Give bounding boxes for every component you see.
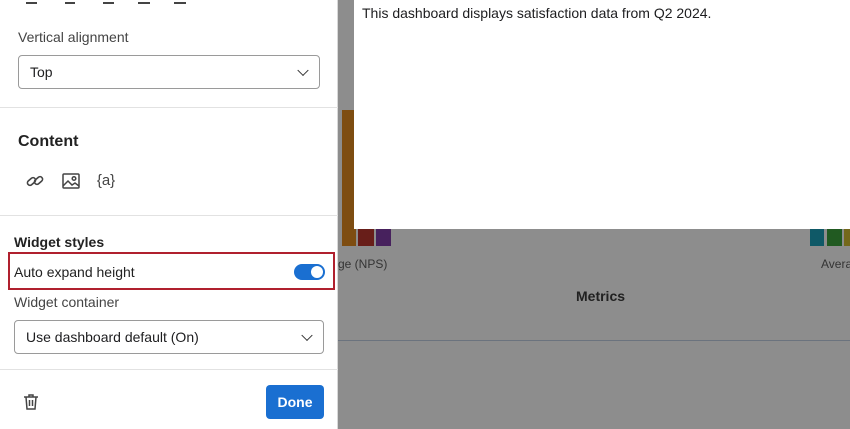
section-divider <box>0 369 338 370</box>
vertical-alignment-label: Vertical alignment <box>18 29 129 45</box>
chevron-down-icon <box>297 64 309 77</box>
widget-container-label: Widget container <box>14 294 120 310</box>
widget-text-content: This dashboard displays satisfaction dat… <box>362 5 712 21</box>
align-right-icon[interactable] <box>98 0 114 6</box>
widget-edit-panel: Vertical alignment Top Content {a} Widge… <box>0 0 338 429</box>
auto-expand-label: Auto expand height <box>14 264 135 280</box>
link-icon[interactable] <box>23 169 47 193</box>
numbered-list-icon[interactable] <box>170 0 186 6</box>
widget-styles-title: Widget styles <box>14 234 105 250</box>
align-left-icon[interactable] <box>26 0 42 6</box>
vertical-alignment-value: Top <box>30 64 53 80</box>
toggle-knob <box>311 266 323 278</box>
content-section-title: Content <box>18 133 79 150</box>
image-icon[interactable] <box>59 169 83 193</box>
align-center-icon[interactable] <box>62 0 78 6</box>
text-widget-preview: This dashboard displays satisfaction dat… <box>354 0 850 229</box>
bulleted-list-icon[interactable] <box>134 0 150 6</box>
piped-text-icon[interactable]: {a} <box>94 168 118 192</box>
done-button[interactable]: Done <box>266 385 324 419</box>
trash-icon[interactable] <box>19 390 43 414</box>
section-divider <box>0 107 338 108</box>
chevron-down-icon <box>301 329 313 342</box>
auto-expand-toggle[interactable] <box>294 264 325 280</box>
widget-container-select[interactable]: Use dashboard default (On) <box>14 320 324 354</box>
vertical-alignment-select[interactable]: Top <box>18 55 320 89</box>
widget-container-value: Use dashboard default (On) <box>26 329 199 345</box>
section-divider <box>0 215 338 216</box>
